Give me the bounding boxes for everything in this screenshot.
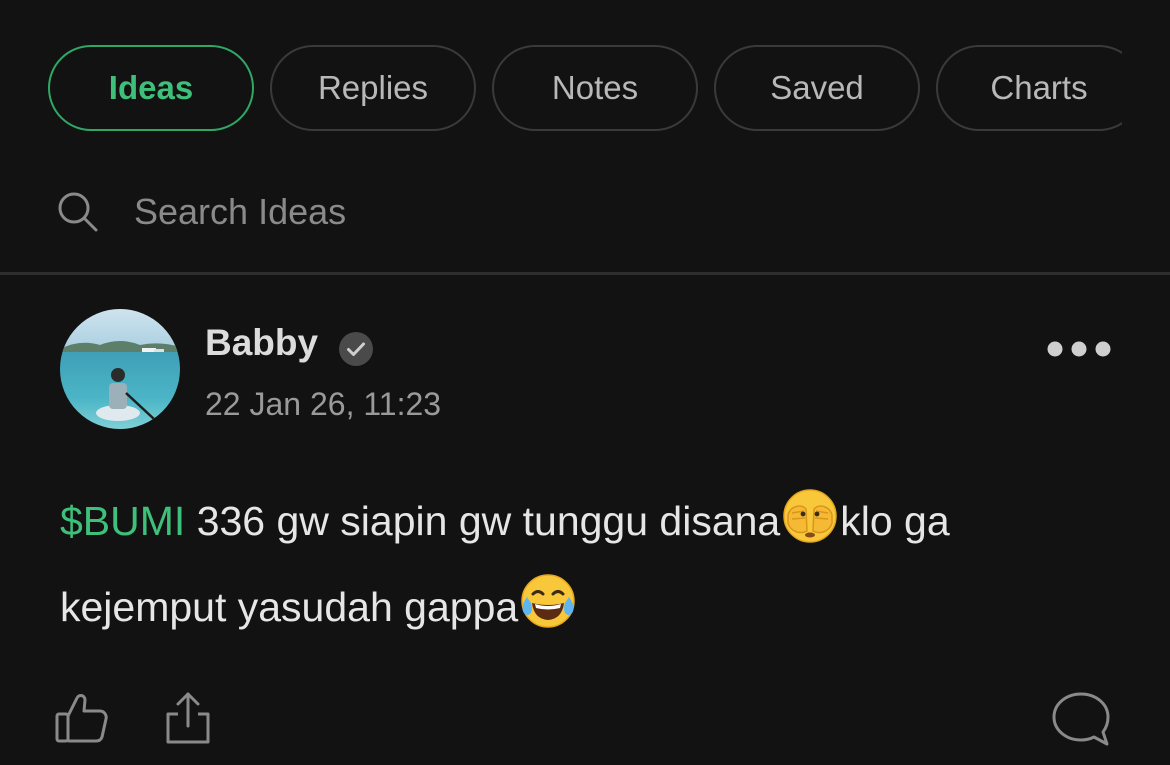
face-peeking-emoji	[780, 485, 840, 545]
tears-of-joy-emoji	[518, 571, 578, 631]
post-text-part1: 336 gw siapin gw tunggu disana	[185, 498, 781, 544]
like-icon[interactable]	[54, 692, 110, 744]
post-body: $BUMI 336 gw siapin gw tunggu disana klo …	[60, 478, 1120, 650]
search-icon[interactable]	[56, 190, 100, 234]
search-bar	[56, 182, 636, 242]
verified-check-icon	[339, 332, 373, 366]
share-icon[interactable]	[164, 690, 212, 746]
tab-saved[interactable]: Saved	[714, 45, 920, 131]
ticker-link[interactable]: $BUMI	[60, 498, 185, 544]
search-input[interactable]	[132, 190, 636, 234]
author-name[interactable]: Babby	[205, 322, 318, 364]
more-options-icon[interactable]	[1044, 338, 1114, 360]
tab-bar: Ideas Replies Notes Saved Charts	[48, 45, 1122, 135]
tab-notes[interactable]: Notes	[492, 45, 698, 131]
divider	[0, 272, 1170, 275]
tab-replies[interactable]: Replies	[270, 45, 476, 131]
post-timestamp: 22 Jan 26, 11:23	[205, 386, 442, 422]
tab-charts[interactable]: Charts	[936, 45, 1122, 131]
tab-ideas[interactable]: Ideas	[48, 45, 254, 131]
avatar[interactable]	[60, 309, 180, 429]
comment-icon[interactable]	[1050, 690, 1112, 748]
